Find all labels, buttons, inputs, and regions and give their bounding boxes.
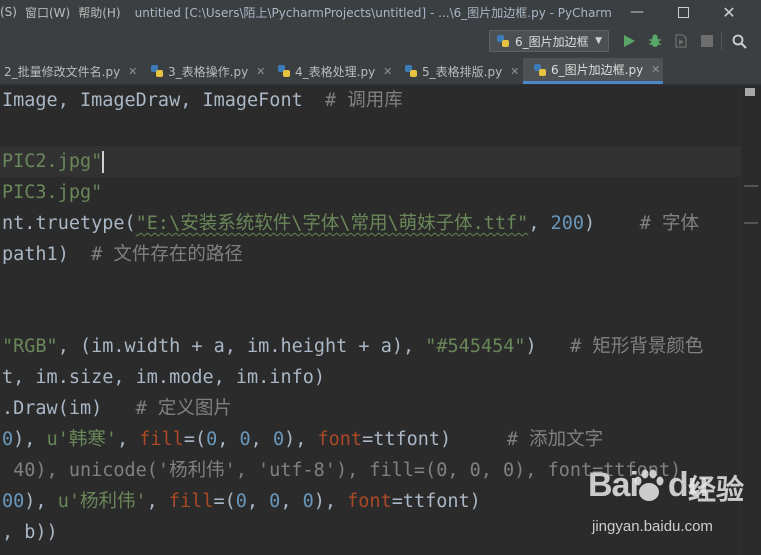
- tab-5-table-layout[interactable]: 5_表格排版.py ✕: [404, 58, 522, 84]
- code-line: PIC3.jpg": [2, 182, 103, 203]
- run-configuration-label: 6_图片加边框: [515, 34, 589, 49]
- maximize-button[interactable]: [660, 0, 706, 24]
- code-line: nt.truetype("E:\安装系统软件\字体\常用\萌妹子体.ttf", …: [2, 213, 700, 234]
- code-line: path1) # 文件存在的路径: [2, 244, 243, 265]
- close-tab-icon[interactable]: ✕: [651, 63, 660, 76]
- debug-icon: [649, 34, 661, 47]
- tab-6-add-image-border[interactable]: 6_图片加边框.py ✕: [523, 58, 663, 84]
- tab-label: 2_批量修改文件名.py: [4, 64, 121, 79]
- run-button[interactable]: [621, 33, 637, 49]
- toolbar: 6_图片加边框 ▼: [0, 24, 761, 59]
- watermark-url: jingyan.baidu.com: [592, 518, 713, 535]
- chevron-down-icon: ▼: [595, 36, 602, 46]
- debug-button[interactable]: [647, 33, 663, 49]
- run-configuration-selector[interactable]: 6_图片加边框 ▼: [489, 30, 609, 52]
- minimize-icon: —: [630, 4, 644, 20]
- scrollbar-marker[interactable]: [744, 222, 758, 224]
- code-line: t, im.size, im.mode, im.info): [2, 367, 326, 388]
- code-line: 0), u'韩寒', fill=(0, 0, 0), font=ttfont) …: [2, 429, 604, 450]
- title-bar: (S) 窗口(W) 帮助(H) untitled [C:\Users\陌上\Py…: [0, 0, 761, 24]
- python-file-icon: [497, 35, 509, 47]
- tab-label: 5_表格排版.py: [422, 64, 503, 79]
- python-file-icon: [278, 65, 290, 77]
- code-line: "RGB", (im.width + a, im.height + a), "#…: [2, 336, 704, 357]
- watermark-product: 经验: [688, 473, 745, 506]
- tab-4-table-process[interactable]: 4_表格处理.py ✕: [277, 58, 395, 84]
- paw-icon: [634, 469, 664, 501]
- search-everywhere-button[interactable]: [731, 33, 747, 49]
- tab-label: 4_表格处理.py: [295, 64, 376, 79]
- window-title: untitled [C:\Users\陌上\PycharmProjects\un…: [134, 5, 612, 20]
- run-icon: [624, 35, 635, 47]
- menu-item-window[interactable]: 窗口(W): [25, 4, 78, 21]
- close-tab-icon[interactable]: ✕: [510, 65, 519, 78]
- code-line: .Draw(im) # 定义图片: [2, 398, 232, 419]
- code-line: Image, ImageDraw, ImageFont # 调用库: [2, 90, 403, 111]
- editor-tab-bar: 2_批量修改文件名.py ✕ 3_表格操作.py ✕ 4_表格处理.py ✕ 5…: [0, 58, 761, 85]
- close-tab-icon[interactable]: ✕: [256, 65, 265, 78]
- python-file-icon: [405, 65, 417, 77]
- search-icon: [732, 34, 747, 49]
- tab-label: 6_图片加边框.py: [551, 63, 644, 77]
- scrollbar-marker[interactable]: [744, 185, 758, 187]
- stop-icon: [701, 35, 713, 47]
- tab-label: 3_表格操作.py: [168, 64, 249, 79]
- maximize-icon: [677, 6, 689, 18]
- code-line: , b)): [2, 522, 58, 543]
- tab-3-table-ops[interactable]: 3_表格操作.py ✕: [150, 58, 268, 84]
- close-icon: ✕: [722, 2, 736, 22]
- code-line: 00), u'杨利伟', fill=(0, 0, 0), font=ttfont…: [2, 491, 481, 512]
- minimize-button[interactable]: —: [614, 0, 660, 24]
- run-with-coverage-button[interactable]: [673, 33, 689, 49]
- text-cursor: [102, 151, 105, 173]
- coverage-icon: [675, 34, 687, 48]
- stop-button[interactable]: [699, 33, 715, 49]
- tab-2-batch-rename[interactable]: 2_批量修改文件名.py ✕: [4, 58, 141, 84]
- code-line-commented: 40), unicode('杨利伟', 'utf-8'), fill=(0, 0…: [2, 460, 682, 481]
- code-line-current: PIC2.jpg": [0, 146, 740, 177]
- inspection-status-marker[interactable]: [745, 88, 755, 96]
- close-tab-icon[interactable]: ✕: [383, 65, 392, 78]
- menu-item-help[interactable]: 帮助(H): [78, 4, 128, 21]
- python-file-icon: [534, 63, 546, 76]
- close-window-button[interactable]: ✕: [706, 0, 752, 24]
- menu-item-search[interactable]: (S): [0, 5, 25, 19]
- baidu-jingyan-watermark: Bai du 经验 jingyan.baidu.com: [588, 466, 758, 551]
- toolbar-divider: [721, 32, 722, 50]
- close-tab-icon[interactable]: ✕: [128, 65, 137, 78]
- python-file-icon: [151, 65, 163, 77]
